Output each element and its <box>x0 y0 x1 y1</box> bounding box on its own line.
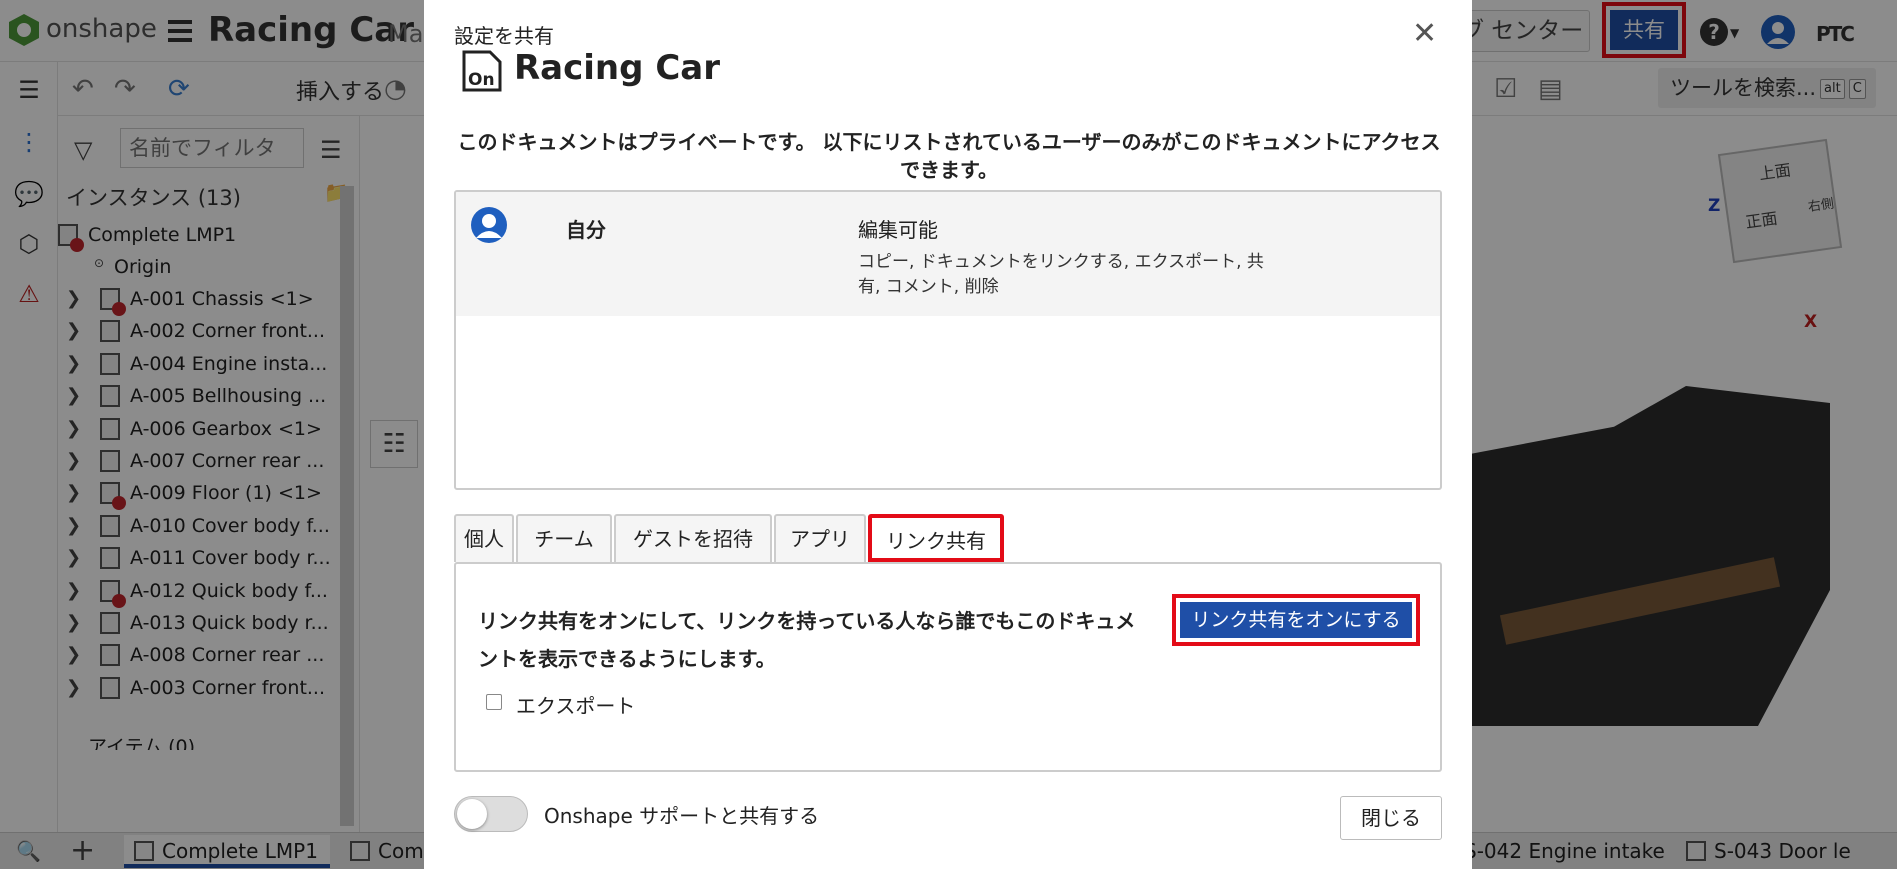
permission-details: コピー, ドキュメントをリンクする, エクスポート, 共有, コメント, 削除 <box>858 252 1264 297</box>
permission-level: 編集可能 <box>858 218 938 242</box>
tab-apps[interactable]: アプリ <box>774 514 866 562</box>
svg-text:On: On <box>468 70 495 90</box>
close-icon[interactable]: ✕ <box>1412 16 1437 51</box>
export-checkbox[interactable] <box>486 694 502 710</box>
permissions-list: 自分 編集可能 コピー, ドキュメントをリンクする, エクスポート, 共有, コ… <box>454 190 1442 490</box>
close-button[interactable]: 閉じる <box>1340 796 1442 840</box>
permission-row[interactable]: 自分 編集可能 コピー, ドキュメントをリンクする, エクスポート, 共有, コ… <box>456 192 1440 316</box>
link-share-description: リンク共有をオンにして、リンクを持っている人なら誰でもこのドキュメントを表示でき… <box>478 609 1136 671</box>
tab-invite-guest[interactable]: ゲストを招待 <box>614 514 772 562</box>
document-icon: On <box>462 50 502 92</box>
toggle-knob <box>457 799 487 829</box>
enable-link-share-button[interactable]: リンク共有をオンにする <box>1180 602 1412 638</box>
support-share-label: Onshape サポートと共有する <box>544 804 820 828</box>
dialog-header: 設定を共有 <box>454 24 554 48</box>
permission-user-name: 自分 <box>566 218 606 242</box>
link-share-panel: リンク共有をオンにして、リンクを持っている人なら誰でもこのドキュメントを表示でき… <box>454 562 1442 772</box>
export-label[interactable]: エクスポート <box>516 690 635 719</box>
support-share-toggle[interactable] <box>454 796 528 832</box>
private-notice: このドキュメントはプライベートです。 以下にリストされているユーザーのみがこのド… <box>457 130 1441 182</box>
dialog-document-title: Racing Car <box>514 48 720 88</box>
tab-team[interactable]: チーム <box>516 514 612 562</box>
tab-personal[interactable]: 個人 <box>454 514 514 562</box>
user-avatar-icon <box>471 207 507 243</box>
share-settings-dialog: 設定を共有 ✕ On Racing Car このドキュメントはプライベートです。… <box>424 0 1472 869</box>
tab-link-share[interactable]: リンク共有 <box>868 514 1004 562</box>
